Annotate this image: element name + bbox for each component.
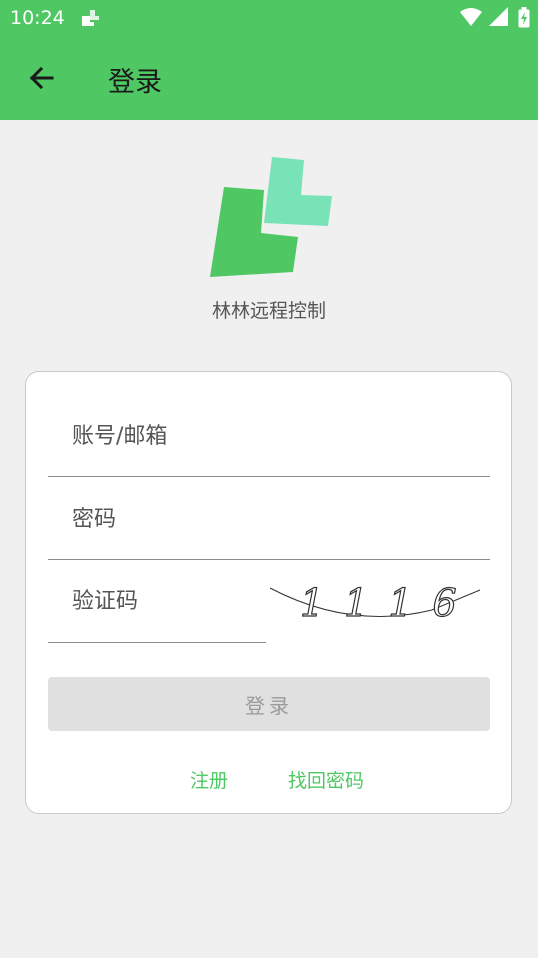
forgot-password-link[interactable]: 找回密码 [288,766,364,793]
account-field-container [48,397,490,477]
register-link[interactable]: 注册 [190,766,228,793]
app-name: 林林远程控制 [211,300,326,322]
logo-light-shape [264,157,332,226]
captcha-input[interactable] [48,561,266,642]
app-bar: 登录 [0,36,538,120]
page-title: 登录 [108,67,162,98]
battery-icon [518,7,530,28]
status-icons [459,7,530,29]
back-arrow-icon[interactable] [26,62,58,94]
signal-icon [488,7,508,26]
status-time: 10:24 [10,7,65,29]
captcha-text: 1116 [300,581,477,625]
login-card: 1116 登录 注册 找回密码 [25,371,512,814]
password-input[interactable] [48,480,490,559]
captcha-image[interactable]: 1116 [270,578,482,626]
account-input[interactable] [48,397,490,476]
app-notification-icon [82,10,99,26]
login-button[interactable]: 登录 [48,677,490,731]
status-bar: 10:24 [0,0,538,36]
app-logo [210,157,332,277]
captcha-field-container [48,561,266,643]
password-field-container [48,480,490,560]
wifi-icon [459,8,482,26]
